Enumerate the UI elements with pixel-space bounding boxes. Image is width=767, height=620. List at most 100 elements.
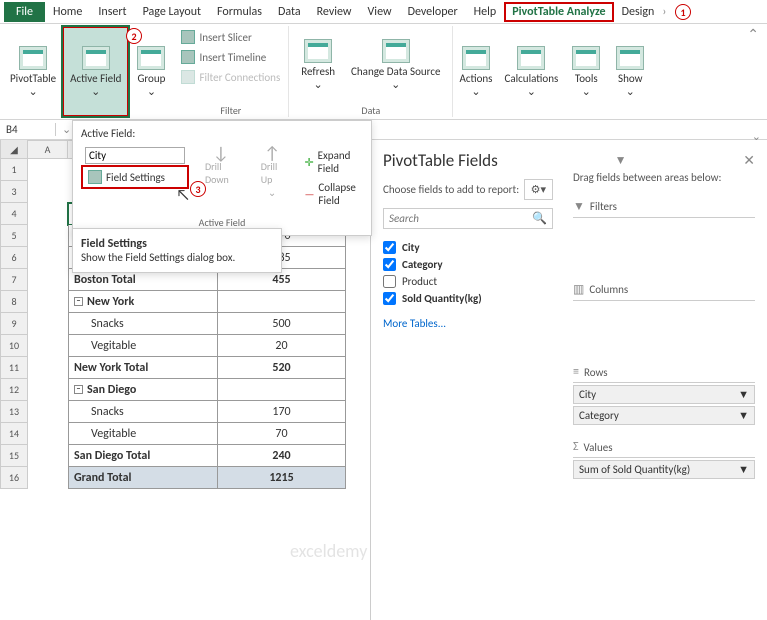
row-header[interactable]: 10: [0, 335, 28, 357]
qty-cell[interactable]: 70: [218, 423, 346, 445]
row-header[interactable]: 6: [0, 247, 28, 269]
tab-pivottable-analyze[interactable]: PivotTable Analyze: [504, 2, 613, 22]
filter-conn-icon: [181, 70, 195, 84]
col-header-a[interactable]: A: [28, 140, 68, 159]
callout-2: 2: [126, 28, 142, 44]
row-header[interactable]: 7: [0, 269, 28, 291]
row-label-cell[interactable]: Snacks: [68, 401, 218, 423]
show-button[interactable]: Show⌄: [608, 26, 652, 117]
values-area-label: Values: [584, 441, 613, 454]
qty-cell[interactable]: 520: [218, 357, 346, 379]
field-checkbox[interactable]: Category: [383, 256, 553, 273]
row-header[interactable]: 14: [0, 423, 28, 445]
qty-cell[interactable]: 170: [218, 401, 346, 423]
row-label-cell[interactable]: New York Total: [68, 357, 218, 379]
name-box[interactable]: B4: [0, 123, 56, 136]
rows-icon: ≡: [573, 365, 579, 379]
row-header[interactable]: 16: [0, 467, 28, 489]
more-tables-link[interactable]: More Tables...: [383, 317, 553, 330]
change-source-icon: [382, 39, 410, 63]
tab-file[interactable]: File: [4, 2, 45, 22]
filter-connections-button: Filter Connections: [179, 68, 282, 86]
filters-area[interactable]: [573, 217, 755, 237]
insert-timeline-button[interactable]: Insert Timeline: [179, 48, 282, 66]
qty-cell[interactable]: [218, 291, 346, 313]
row-header[interactable]: 15: [0, 445, 28, 467]
select-all[interactable]: ◢: [0, 140, 28, 159]
values-area[interactable]: Sum of Sold Quantity(kg)▼: [573, 457, 755, 479]
ribbon-tabs: File Home Insert Page Layout Formulas Da…: [0, 0, 767, 24]
columns-area[interactable]: [573, 300, 755, 320]
field-checkbox[interactable]: Sold Quantity(kg): [383, 290, 553, 307]
collapse-field-button[interactable]: —Collapse Field: [299, 178, 363, 210]
rows-area[interactable]: City▼ Category▼: [573, 382, 755, 425]
expand-field-button[interactable]: ✛Expand Field: [299, 146, 363, 178]
pane-collapse-icon[interactable]: ▼: [615, 153, 627, 168]
row-header[interactable]: 5: [0, 225, 28, 247]
collapse-icon[interactable]: −: [74, 385, 83, 394]
close-icon[interactable]: ✕: [743, 152, 755, 169]
rows-area-label: Rows: [584, 366, 608, 379]
insert-slicer-button[interactable]: Insert Slicer: [179, 28, 282, 46]
row-label-cell[interactable]: Vegitable: [68, 335, 218, 357]
tab-formulas[interactable]: Formulas: [209, 2, 270, 22]
row-header[interactable]: 13: [0, 401, 28, 423]
qty-cell[interactable]: 20: [218, 335, 346, 357]
row-header[interactable]: 11: [0, 357, 28, 379]
tab-view[interactable]: View: [360, 2, 400, 22]
data-group: Refresh⌄ Change Data Source⌄ Data: [289, 26, 453, 117]
row-header[interactable]: 3: [0, 181, 28, 203]
pivottable-button[interactable]: PivotTable⌄: [4, 26, 62, 117]
row-label-cell[interactable]: San Diego Total: [68, 445, 218, 467]
calc-icon: [517, 46, 545, 70]
search-input[interactable]: [383, 208, 553, 229]
row-header[interactable]: 8: [0, 291, 28, 313]
row-header[interactable]: 4: [0, 203, 28, 225]
row-label-cell[interactable]: −San Diego: [68, 379, 218, 401]
tools-button[interactable]: Tools⌄: [564, 26, 608, 117]
row-label-cell[interactable]: Grand Total: [68, 467, 218, 489]
collapse-ribbon-icon[interactable]: ⌃: [747, 26, 759, 43]
gear-icon[interactable]: ⚙▾: [524, 179, 553, 200]
field-settings-button[interactable]: Field Settings: [81, 165, 189, 189]
row-label-cell[interactable]: −New York: [68, 291, 218, 313]
tab-help[interactable]: Help: [466, 2, 505, 22]
active-field-button[interactable]: Active Field⌄: [62, 26, 129, 117]
tab-design[interactable]: Design: [614, 2, 663, 22]
qty-cell[interactable]: 1215: [218, 467, 346, 489]
pivottable-fields-pane: PivotTable Fields ▼ ✕ Choose fields to a…: [370, 140, 767, 620]
tab-review[interactable]: Review: [309, 2, 360, 22]
search-icon: 🔍: [532, 211, 547, 226]
calculations-button[interactable]: Calculations⌄: [498, 26, 564, 117]
group-icon: [137, 46, 165, 70]
area-pill[interactable]: Category▼: [573, 406, 755, 425]
active-field-input[interactable]: [85, 147, 185, 164]
row-label-cell[interactable]: Snacks: [68, 313, 218, 335]
area-pill[interactable]: City▼: [573, 385, 755, 404]
row-label-cell[interactable]: Vegitable: [68, 423, 218, 445]
area-pill[interactable]: Sum of Sold Quantity(kg)▼: [573, 460, 755, 479]
collapse-icon[interactable]: −: [74, 297, 83, 306]
actions-button[interactable]: Actions⌄: [453, 26, 498, 117]
row-header[interactable]: 12: [0, 379, 28, 401]
change-data-source-button[interactable]: Change Data Source⌄: [345, 26, 446, 104]
active-field-dropdown: Active Field: Field Settings ↓Drill Down…: [72, 120, 372, 236]
data-group-label: Data: [361, 104, 380, 117]
qty-cell[interactable]: [218, 379, 346, 401]
field-checkbox[interactable]: Product: [383, 273, 553, 290]
tab-data[interactable]: Data: [270, 2, 309, 22]
tab-home[interactable]: Home: [45, 2, 90, 22]
tooltip-title: Field Settings: [81, 237, 147, 251]
refresh-button[interactable]: Refresh⌄: [295, 26, 341, 104]
tab-insert[interactable]: Insert: [90, 2, 134, 22]
row-header[interactable]: 1: [0, 159, 28, 181]
tab-developer[interactable]: Developer: [400, 2, 466, 22]
row-header[interactable]: 9: [0, 313, 28, 335]
drill-down-button: ↓Drill Down: [197, 146, 245, 186]
qty-cell[interactable]: 500: [218, 313, 346, 335]
qty-cell[interactable]: 240: [218, 445, 346, 467]
tab-page-layout[interactable]: Page Layout: [135, 2, 209, 22]
filter-group-label: Filter: [220, 104, 241, 117]
field-checkbox[interactable]: City: [383, 239, 553, 256]
values-icon: Σ: [573, 440, 579, 454]
